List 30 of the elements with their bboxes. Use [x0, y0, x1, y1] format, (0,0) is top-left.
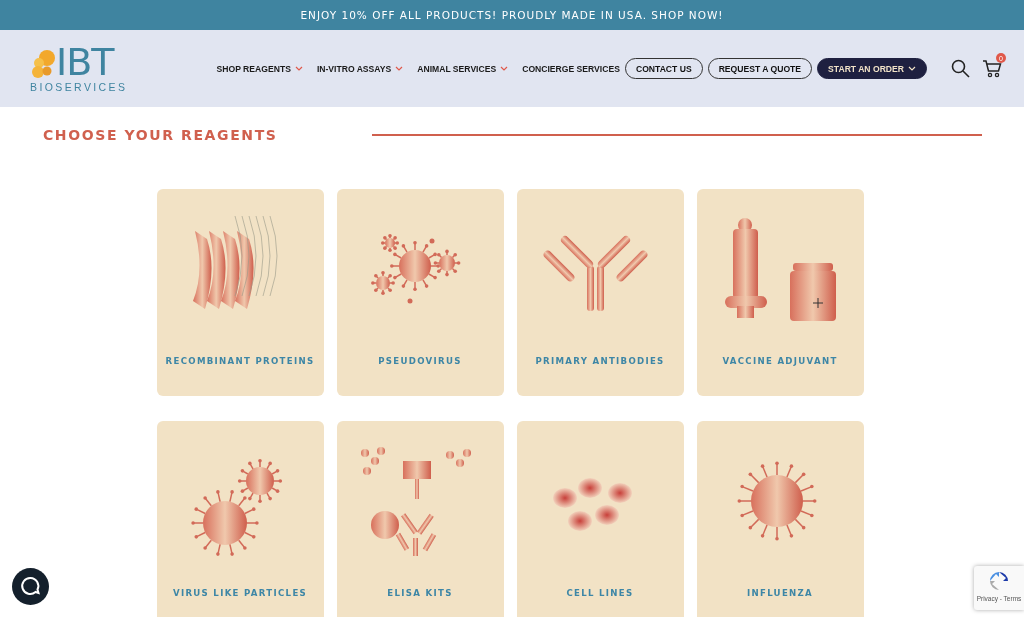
- card-label[interactable]: PRIMARY ANTIBODIES: [535, 356, 665, 366]
- card-label[interactable]: INFLUENZA: [746, 588, 814, 598]
- logo-molecule-icon: [30, 48, 56, 79]
- reagent-card[interactable]: VACCINE ADJUVANT: [696, 189, 864, 396]
- search-icon[interactable]: [951, 59, 970, 78]
- nav-link[interactable]: CONCIERGE SERVICES: [522, 63, 620, 74]
- logo-wordmark[interactable]: IBT: [56, 44, 114, 79]
- nav-link[interactable]: SHOP REAGENTS: [216, 63, 303, 74]
- reagent-card[interactable]: VIRUS LIKE PARTICLES: [156, 421, 324, 617]
- recaptcha-icon: [987, 570, 1011, 592]
- reagent-card[interactable]: PSEUDOVIRUS: [336, 189, 504, 396]
- reagent-card[interactable]: PRIMARY ANTIBODIES: [516, 189, 684, 396]
- order-button[interactable]: START AN ORDER: [817, 58, 927, 79]
- card-label[interactable]: RECOMBINANT PROTEINS: [165, 356, 315, 366]
- section-title: CHOOSE YOUR REAGENTS: [43, 127, 279, 143]
- reagent-card[interactable]: ELISA KITS: [336, 421, 504, 617]
- card-label[interactable]: ELISA KITS: [387, 588, 453, 598]
- card-label[interactable]: VACCINE ADJUVANT: [722, 356, 838, 366]
- reagent-card[interactable]: CELL LINES: [516, 421, 684, 617]
- card-label[interactable]: PSEUDOVIRUS: [378, 356, 462, 366]
- nav-link[interactable]: IN-VITRO ASSAYS: [316, 63, 404, 74]
- reagent-card[interactable]: INFLUENZA: [696, 421, 864, 617]
- chat-icon[interactable]: [12, 568, 49, 605]
- card-label[interactable]: CELL LINES: [566, 588, 634, 598]
- nav-link[interactable]: ANIMAL SERVICES: [417, 63, 509, 74]
- reagent-card[interactable]: RECOMBINANT PROTEINS: [156, 189, 324, 396]
- logo-subtitle: BIOSERVICES: [30, 80, 128, 93]
- card-label[interactable]: VIRUS LIKE PARTICLES: [172, 588, 308, 598]
- cart-icon[interactable]: [982, 59, 1002, 78]
- promo-text[interactable]: ENJOY 10% OFF ALL PRODUCTS! PROUDLY MADE IN USA. SHOP NOW!: [300, 9, 724, 21]
